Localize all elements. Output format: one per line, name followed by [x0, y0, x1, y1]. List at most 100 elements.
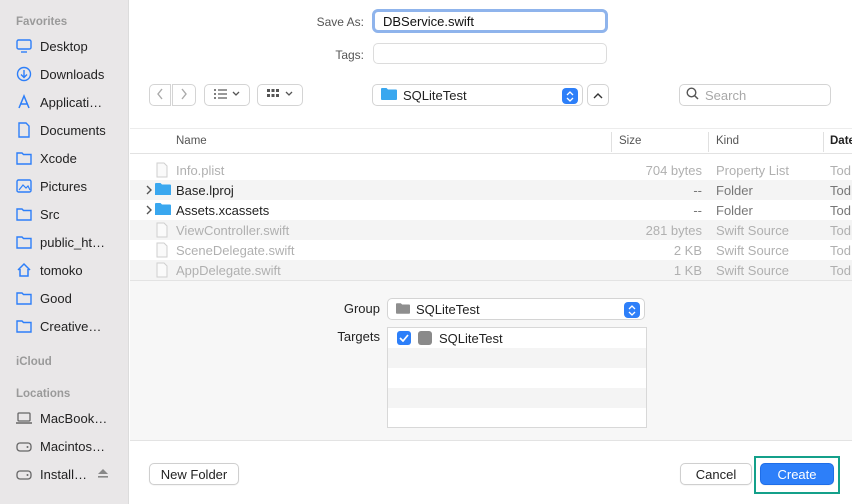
- target-row[interactable]: SQLiteTest: [388, 328, 646, 348]
- row-date: Tod: [830, 203, 851, 218]
- row-name: Info.plist: [176, 163, 225, 178]
- row-name: AppDelegate.swift: [176, 263, 281, 278]
- chevron-right-icon: [180, 88, 188, 103]
- document-icon: [14, 120, 34, 140]
- icloud-heading: iCloud: [16, 356, 52, 368]
- sidebar-item-creative[interactable]: Creative…: [14, 314, 126, 338]
- cancel-button[interactable]: Cancel: [680, 463, 752, 485]
- sidebar-item-downloads[interactable]: Downloads: [14, 62, 126, 86]
- sidebar-item-pictures[interactable]: Pictures: [14, 174, 126, 198]
- targets-label: Targets: [337, 329, 380, 344]
- column-divider: [823, 132, 824, 152]
- search-field[interactable]: [679, 84, 831, 106]
- column-kind[interactable]: Kind: [716, 135, 739, 147]
- sidebar-item-src[interactable]: Src: [14, 202, 126, 226]
- target-row-empty: [388, 348, 646, 368]
- sidebar-item-tomoko[interactable]: tomoko: [14, 258, 126, 282]
- disclosure-triangle-icon[interactable]: [144, 204, 154, 216]
- row-name: ViewController.swift: [176, 223, 290, 238]
- row-kind: Folder: [716, 183, 753, 198]
- new-folder-button[interactable]: New Folder: [149, 463, 239, 485]
- sidebar-item-label: public_ht…: [40, 234, 106, 250]
- stepper-icon: [562, 88, 578, 104]
- table-row[interactable]: Base.lproj -- Folder Tod: [130, 180, 852, 200]
- row-kind: Swift Source: [716, 223, 789, 238]
- column-size[interactable]: Size: [619, 135, 641, 147]
- sidebar-item-good[interactable]: Good: [14, 286, 126, 310]
- sidebar-item-label: Src: [40, 206, 60, 222]
- search-input[interactable]: [705, 87, 825, 103]
- file-icon: [155, 162, 171, 178]
- sidebar-item-macbook[interactable]: MacBook…: [14, 406, 126, 430]
- downloads-icon: [14, 64, 34, 84]
- chevron-left-icon: [156, 88, 164, 103]
- create-button[interactable]: Create: [760, 463, 834, 485]
- favorites-heading: Favorites: [16, 16, 68, 28]
- column-divider: [708, 132, 709, 152]
- sidebar-item-xcode[interactable]: Xcode: [14, 146, 126, 170]
- forward-button[interactable]: [172, 84, 196, 106]
- folder-icon: [14, 288, 34, 308]
- applications-icon: [14, 92, 34, 112]
- targets-list: SQLiteTest: [387, 327, 647, 428]
- options-area: Group SQLiteTest Targets SQLiteTest: [130, 280, 852, 440]
- desktop-icon: [14, 36, 34, 56]
- sidebar-item-desktop[interactable]: Desktop: [14, 34, 126, 58]
- list-view-button[interactable]: [204, 84, 250, 106]
- sidebar-item-label: MacBook…: [40, 410, 108, 426]
- stepper-icon: [624, 302, 640, 318]
- disclosure-triangle-icon[interactable]: [144, 184, 154, 196]
- row-name: Base.lproj: [176, 183, 234, 198]
- bottom-bar: New Folder Cancel Create: [130, 440, 852, 504]
- sidebar-item-documents[interactable]: Documents: [14, 118, 126, 142]
- row-date: Tod: [830, 263, 851, 278]
- file-icon: [155, 242, 171, 258]
- sidebar-item-label: Desktop: [40, 38, 88, 54]
- group-label: Group: [343, 301, 380, 316]
- sidebar-item-applications[interactable]: Applicati…: [14, 90, 126, 114]
- save-panel: Save As: Tags: SQLiteTest Name Size Kind…: [130, 0, 852, 504]
- table-row: AppDelegate.swift 1 KB Swift Source Tod: [130, 260, 852, 280]
- list-icon: [213, 88, 241, 103]
- table-row[interactable]: Assets.xcassets -- Folder Tod: [130, 200, 852, 220]
- folder-icon: [381, 87, 397, 103]
- search-icon: [686, 87, 699, 103]
- table-row: SceneDelegate.swift 2 KB Swift Source To…: [130, 240, 852, 260]
- table-row: ViewController.swift 281 bytes Swift Sou…: [130, 220, 852, 240]
- row-kind: Property List: [716, 163, 789, 178]
- folder-icon: [155, 182, 171, 198]
- checkbox-checked-icon[interactable]: [397, 331, 411, 345]
- app-target-icon: [418, 331, 432, 345]
- sidebar-item-label: Xcode: [40, 150, 77, 166]
- folder-icon: [14, 232, 34, 252]
- row-kind: Folder: [716, 203, 753, 218]
- row-size: 281 bytes: [645, 223, 702, 238]
- row-kind: Swift Source: [716, 243, 789, 258]
- target-row-empty: [388, 388, 646, 408]
- group-view-button[interactable]: [257, 84, 303, 106]
- row-size: 2 KB: [673, 243, 702, 258]
- sidebar-item-label: Documents: [40, 122, 106, 138]
- sidebar-item-public-html[interactable]: public_ht…: [14, 230, 126, 254]
- location-popup[interactable]: SQLiteTest: [372, 84, 583, 106]
- tags-input[interactable]: [373, 43, 607, 64]
- filename-input[interactable]: [372, 9, 608, 33]
- folder-icon: [14, 148, 34, 168]
- sidebar-item-label: Macintos…: [40, 438, 106, 454]
- sidebar-item-label: tomoko: [40, 262, 83, 278]
- folder-icon: [14, 204, 34, 224]
- group-popup[interactable]: SQLiteTest: [387, 298, 645, 320]
- column-date[interactable]: Date: [830, 135, 852, 147]
- sidebar-item-macintosh[interactable]: Macintos…: [14, 434, 126, 458]
- table-header: Name Size Kind Date: [130, 128, 852, 154]
- column-name[interactable]: Name: [176, 135, 207, 147]
- row-date: Tod: [830, 183, 851, 198]
- group-value: SQLiteTest: [416, 301, 480, 317]
- sidebar-item-label: Install…: [40, 466, 87, 482]
- location-label: SQLiteTest: [403, 87, 467, 103]
- locations-heading: Locations: [16, 388, 71, 400]
- collapse-button[interactable]: [587, 84, 609, 106]
- eject-icon[interactable]: [96, 466, 110, 480]
- back-button[interactable]: [149, 84, 171, 106]
- row-size: --: [693, 183, 702, 198]
